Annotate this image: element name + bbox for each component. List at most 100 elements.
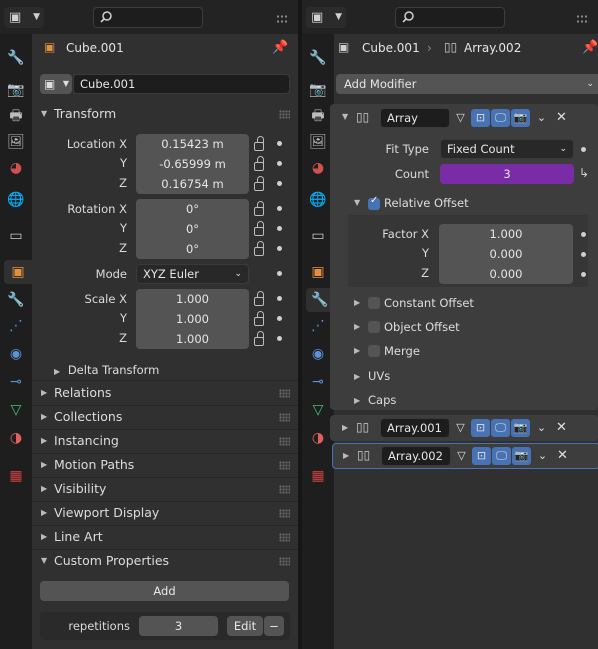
drag-grip-icon[interactable] [279, 389, 290, 398]
count-field[interactable]: 3 [440, 164, 574, 184]
drag-grip-icon[interactable] [279, 413, 290, 422]
search-input[interactable] [93, 7, 203, 28]
render-toggle-icon[interactable]: 📷 [511, 419, 530, 437]
add-property-button[interactable]: Add [40, 581, 289, 601]
delta-transform-subpanel[interactable]: ▶ Delta Transform [54, 361, 254, 379]
tab-output[interactable]: 🖶 [4, 104, 28, 128]
modifier-name-field[interactable]: Array.001 [380, 418, 450, 438]
tab-constraints[interactable]: ⊸ [4, 370, 28, 394]
scale-z-field[interactable]: 1.000 [136, 329, 249, 349]
transform-panel-header[interactable]: ▼ Transform [32, 102, 298, 126]
drag-grip-icon[interactable] [279, 533, 290, 542]
on-cage-toggle-icon[interactable]: ⊡ [472, 447, 491, 465]
lock-icon[interactable] [254, 291, 264, 306]
custom-properties-panel-header[interactable]: ▼ Custom Properties [32, 549, 298, 573]
rotation-z-field[interactable]: 0° [136, 239, 249, 259]
chevron-right-icon[interactable]: ▶ [354, 298, 360, 307]
visibility-panel-header[interactable]: ▶ Visibility [32, 477, 298, 501]
viewport-toggle-icon[interactable]: 🖵 [492, 447, 511, 465]
close-icon[interactable]: ✕ [553, 447, 572, 465]
tab-data[interactable]: ▽ [4, 398, 28, 422]
viewport-toggle-icon[interactable]: 🖵 [491, 109, 510, 127]
chevron-right-icon[interactable]: ▶ [343, 451, 349, 460]
tab-tool[interactable]: 🔧 [306, 46, 330, 70]
remove-property-button[interactable]: − [264, 616, 284, 636]
rotation-mode-select[interactable]: XYZ Euler ⌄ [136, 264, 249, 284]
property-value-field[interactable]: 3 [139, 616, 218, 636]
tab-render[interactable]: 📷 [306, 78, 330, 102]
chevron-right-icon[interactable]: ▶ [354, 372, 360, 381]
chevron-right-icon[interactable]: ▶ [354, 322, 360, 331]
tab-view-layer[interactable]: 🖼 [306, 130, 330, 154]
lock-icon[interactable] [254, 201, 264, 216]
tab-scene[interactable]: ◕ [306, 156, 330, 180]
lock-icon[interactable] [254, 156, 264, 171]
keyframe-dot-icon[interactable] [277, 336, 282, 341]
tab-particles[interactable]: ⋰ [4, 314, 28, 338]
tab-view-layer[interactable]: 🖼 [4, 130, 28, 154]
chevron-down-icon[interactable]: ⌄ [533, 447, 552, 465]
constant-offset-checkbox[interactable] [368, 297, 380, 309]
relations-panel-header[interactable]: ▶ Relations [32, 381, 298, 405]
pin-icon[interactable]: 📌 [272, 40, 288, 55]
rotation-x-field[interactable]: 0° [136, 199, 249, 219]
tab-texture[interactable]: ▦ [4, 464, 28, 488]
keyframe-dot-icon[interactable] [277, 271, 282, 276]
drag-grip-icon[interactable] [279, 110, 290, 119]
rotation-y-field[interactable]: 0° [136, 219, 249, 239]
chevron-right-icon[interactable]: ▶ [342, 423, 348, 432]
keyframe-dot-icon[interactable] [277, 161, 282, 166]
editor-type-selector[interactable]: ▣ ▼ [4, 7, 44, 28]
tab-world[interactable]: 🌐 [4, 188, 28, 212]
tab-material[interactable]: ◑ [4, 426, 28, 450]
keyframe-dot-icon[interactable] [277, 181, 282, 186]
keyframe-dot-icon[interactable] [277, 246, 282, 251]
tab-tool[interactable]: 🔧 [4, 46, 28, 70]
tab-object[interactable]: ▣ [306, 260, 330, 284]
options-dots-icon[interactable] [276, 14, 288, 24]
driver-icon[interactable]: ↳ [579, 166, 589, 180]
tab-material[interactable]: ◑ [306, 426, 330, 450]
drag-grip-icon[interactable] [279, 461, 290, 470]
scale-x-field[interactable]: 1.000 [136, 289, 249, 309]
keyframe-dot-icon[interactable] [277, 316, 282, 321]
on-cage-toggle-icon[interactable]: ⊡ [471, 109, 490, 127]
instancing-panel-header[interactable]: ▶ Instancing [32, 429, 298, 453]
tab-output[interactable]: 🖶 [306, 104, 330, 128]
factor-x-field[interactable]: 1.000 [439, 224, 573, 244]
chevron-right-icon[interactable]: ▶ [354, 396, 360, 405]
object-browse-button[interactable]: ▣ ▼ [40, 74, 72, 94]
chevron-down-icon[interactable]: ⌄ [532, 109, 551, 127]
lock-icon[interactable] [254, 221, 264, 236]
drag-grip-icon[interactable] [279, 509, 290, 518]
drag-grip-icon[interactable] [279, 557, 290, 566]
modifier-name-field[interactable]: Array [380, 108, 450, 128]
options-dots-icon[interactable] [576, 14, 588, 24]
keyframe-dot-icon[interactable] [581, 272, 586, 277]
tab-world[interactable]: 🌐 [306, 188, 330, 212]
drag-grip-icon[interactable] [279, 485, 290, 494]
render-toggle-icon[interactable]: 📷 [511, 109, 530, 127]
location-y-field[interactable]: -0.65999 m [136, 154, 249, 174]
tab-particles[interactable]: ⋰ [306, 314, 330, 338]
edit-mode-toggle-icon[interactable]: ▽ [451, 419, 470, 437]
tab-constraints[interactable]: ⊸ [306, 370, 330, 394]
collections-panel-header[interactable]: ▶ Collections [32, 405, 298, 429]
uvs-subpanel-label[interactable]: UVs [368, 369, 390, 383]
keyframe-dot-icon[interactable] [277, 296, 282, 301]
factor-y-field[interactable]: 0.000 [439, 244, 573, 264]
motion-paths-panel-header[interactable]: ▶ Motion Paths [32, 453, 298, 477]
keyframe-dot-icon[interactable] [277, 226, 282, 231]
lock-icon[interactable] [254, 241, 264, 256]
tab-physics[interactable]: ◉ [306, 342, 330, 366]
drag-grip-icon[interactable] [279, 437, 290, 446]
line-art-panel-header[interactable]: ▶ Line Art [32, 525, 298, 549]
close-icon[interactable]: ✕ [552, 419, 571, 437]
object-name-field[interactable]: Cube.001 [73, 74, 290, 94]
tab-collection[interactable]: ▭ [306, 224, 330, 248]
tab-physics[interactable]: ◉ [4, 342, 28, 366]
tab-data[interactable]: ▽ [306, 398, 330, 422]
viewport-toggle-icon[interactable]: 🖵 [491, 419, 510, 437]
lock-icon[interactable] [254, 311, 264, 326]
viewport-display-panel-header[interactable]: ▶ Viewport Display [32, 501, 298, 525]
